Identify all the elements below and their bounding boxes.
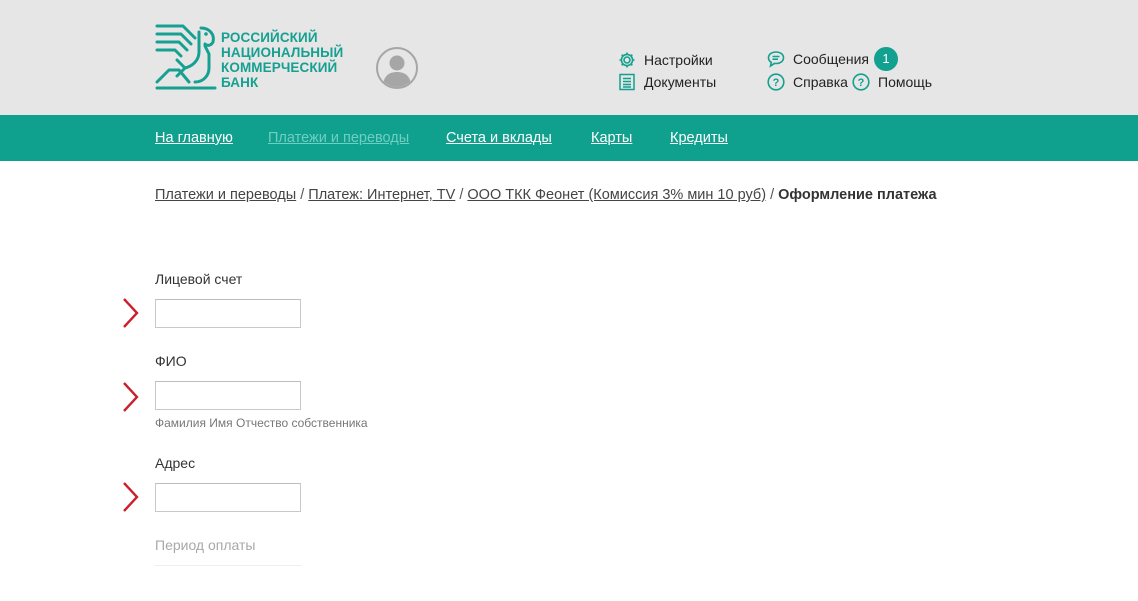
nav-item-cards[interactable]: Карты: [591, 130, 632, 146]
svg-text:?: ?: [773, 77, 780, 89]
help-label: Помощь: [878, 74, 933, 90]
nav-item-home[interactable]: На главную: [155, 130, 233, 146]
period-label: Период оплаты: [155, 537, 256, 553]
user-avatar-icon[interactable]: [376, 47, 418, 89]
documents-link[interactable]: Документы: [618, 73, 716, 91]
fio-hint: Фамилия Имя Отчество собственника: [155, 416, 368, 430]
required-chevron-icon: [123, 298, 139, 328]
question-circle-icon: ?: [852, 73, 870, 91]
breadcrumb-link-payments[interactable]: Платежи и переводы: [155, 187, 296, 203]
gear-icon: [618, 51, 636, 69]
breadcrumb-link-internet-tv[interactable]: Платеж: Интернет, TV: [308, 187, 455, 203]
messages-link[interactable]: Сообщения 1: [767, 47, 898, 71]
period-field[interactable]: [155, 565, 301, 566]
nav-item-payments[interactable]: Платежи и переводы: [268, 130, 409, 146]
account-input[interactable]: [155, 299, 301, 328]
breadcrumb-current: Оформление платежа: [778, 187, 937, 203]
breadcrumb-link-provider[interactable]: ООО ТКК Феонет (Комиссия 3% мин 10 руб): [467, 187, 766, 203]
required-chevron-icon: [123, 382, 139, 412]
nav-item-accounts[interactable]: Счета и вклады: [446, 130, 552, 146]
documents-label: Документы: [644, 74, 717, 90]
settings-link[interactable]: Настройки: [618, 51, 713, 69]
help-link[interactable]: ? Помощь: [852, 73, 932, 91]
svg-text:?: ?: [858, 77, 865, 89]
reference-link[interactable]: ? Справка: [767, 73, 848, 91]
fio-input[interactable]: [155, 381, 301, 410]
messages-count-badge: 1: [873, 47, 898, 71]
document-icon: [618, 73, 636, 91]
account-label: Лицевой счет: [155, 271, 243, 287]
breadcrumb-separator: /: [770, 187, 775, 203]
address-label: Адрес: [155, 455, 196, 471]
required-chevron-icon: [123, 482, 139, 512]
main-nav: На главную Платежи и переводы Счета и вк…: [0, 115, 1138, 161]
reference-label: Справка: [793, 74, 848, 90]
nav-item-credits[interactable]: Кредиты: [670, 130, 728, 146]
breadcrumb-separator: /: [300, 187, 305, 203]
breadcrumb-separator: /: [459, 187, 464, 203]
messages-label: Сообщения: [793, 51, 869, 67]
breadcrumb: Платежи и переводы / Платеж: Интернет, T…: [155, 187, 937, 203]
question-circle-icon: ?: [767, 73, 785, 91]
bank-logo[interactable]: РОССИЙСКИЙ НАЦИОНАЛЬНЫЙ КОММЕРЧЕСКИЙ БАН…: [155, 24, 355, 94]
griffin-logo-icon: [155, 24, 217, 90]
address-input[interactable]: [155, 483, 301, 512]
fio-label: ФИО: [155, 353, 187, 369]
settings-label: Настройки: [644, 52, 713, 68]
logo-text: РОССИЙСКИЙ НАЦИОНАЛЬНЫЙ КОММЕРЧЕСКИЙ БАН…: [221, 30, 344, 90]
header: РОССИЙСКИЙ НАЦИОНАЛЬНЫЙ КОММЕРЧЕСКИЙ БАН…: [0, 0, 1138, 115]
chat-bubble-icon: [767, 50, 785, 68]
